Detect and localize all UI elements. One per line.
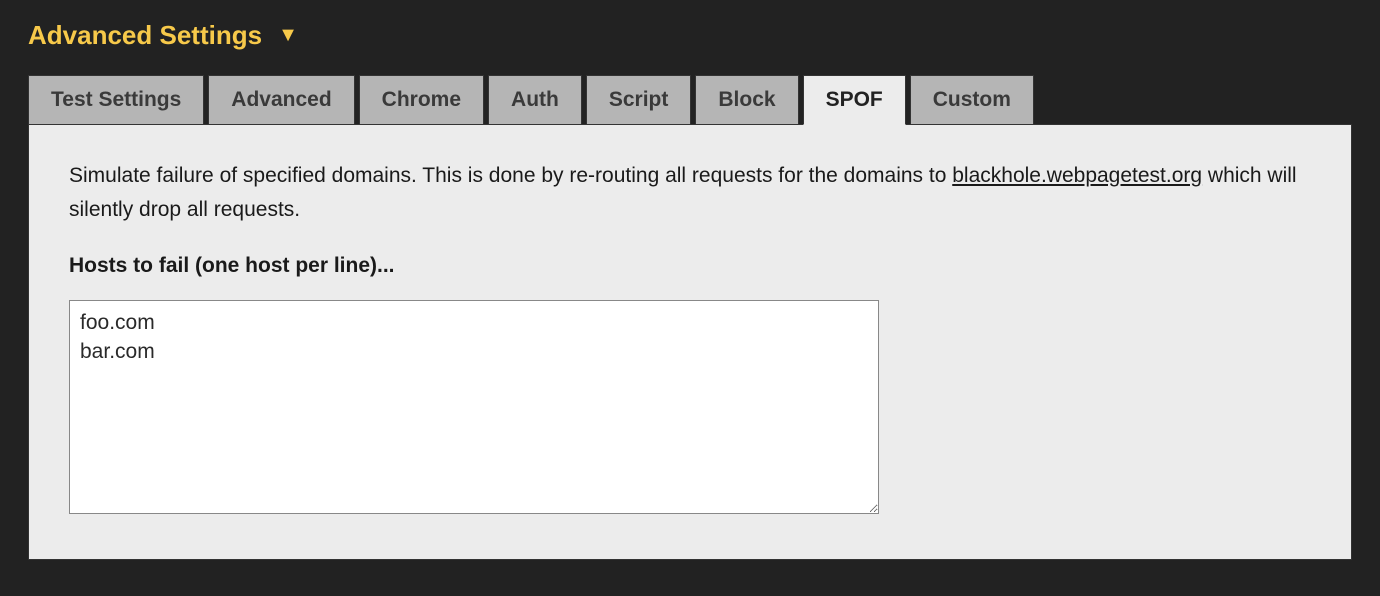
tab-label: SPOF [826,88,883,111]
tab-chrome[interactable]: Chrome [359,75,484,125]
tab-label: Test Settings [51,88,181,111]
spof-description: Simulate failure of specified domains. T… [69,159,1311,226]
tab-label: Block [718,88,775,111]
header-title: Advanced Settings [28,20,262,51]
advanced-settings-header[interactable]: Advanced Settings ▼ [28,20,1352,51]
tab-panel-spof: Simulate failure of specified domains. T… [28,124,1352,560]
chevron-down-icon: ▼ [278,24,298,47]
tab-script[interactable]: Script [586,75,692,125]
tab-auth[interactable]: Auth [488,75,582,125]
hosts-to-fail-textarea[interactable] [69,300,879,514]
tab-block[interactable]: Block [695,75,798,125]
description-text-pre: Simulate failure of specified domains. T… [69,164,952,187]
tabs-row: Test Settings Advanced Chrome Auth Scrip… [28,75,1352,125]
tab-label: Script [609,88,669,111]
blackhole-link[interactable]: blackhole.webpagetest.org [952,164,1202,187]
tab-test-settings[interactable]: Test Settings [28,75,204,125]
tab-spof[interactable]: SPOF [803,75,906,125]
tab-custom[interactable]: Custom [910,75,1034,125]
tab-label: Auth [511,88,559,111]
tab-advanced[interactable]: Advanced [208,75,354,125]
tab-label: Advanced [231,88,331,111]
hosts-to-fail-label: Hosts to fail (one host per line)... [69,254,1311,278]
tab-label: Chrome [382,88,461,111]
tab-label: Custom [933,88,1011,111]
